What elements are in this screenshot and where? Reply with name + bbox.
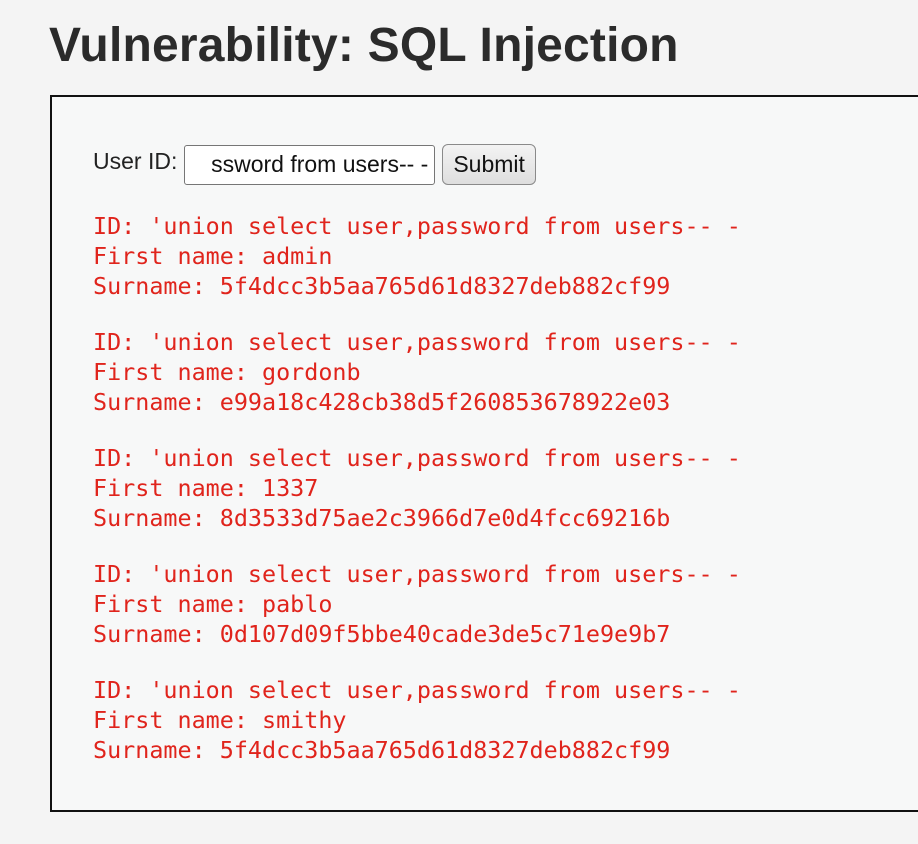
result-block: ID: 'union select user,password from use… [93,211,741,301]
page-title: Vulnerability: SQL Injection [49,19,679,72]
result-id-line: ID: 'union select user,password from use… [93,560,741,588]
result-first-name-line: First name: gordonb [93,358,361,386]
result-id-line: ID: 'union select user,password from use… [93,444,741,472]
result-id-line: ID: 'union select user,password from use… [93,328,741,356]
submit-button[interactable]: Submit [442,144,536,185]
result-block: ID: 'union select user,password from use… [93,327,741,417]
result-surname-line: Surname: 5f4dcc3b5aa765d61d8327deb882cf9… [93,272,671,300]
sqli-form-panel: User ID: ssword from users-- - Submit ID… [50,95,918,812]
result-surname-line: Surname: 5f4dcc3b5aa765d61d8327deb882cf9… [93,736,671,764]
user-id-form: User ID: ssword from users-- - Submit [93,144,536,185]
user-id-label: User ID: [93,148,178,174]
result-first-name-line: First name: smithy [93,706,347,734]
result-surname-line: Surname: 0d107d09f5bbe40cade3de5c71e9e9b… [93,620,671,648]
result-first-name-line: First name: admin [93,242,333,270]
result-block: ID: 'union select user,password from use… [93,675,741,765]
result-block: ID: 'union select user,password from use… [93,559,741,649]
result-surname-line: Surname: e99a18c428cb38d5f260853678922e0… [93,388,671,416]
result-surname-line: Surname: 8d3533d75ae2c3966d7e0d4fcc69216… [93,504,671,532]
result-id-line: ID: 'union select user,password from use… [93,212,741,240]
result-block: ID: 'union select user,password from use… [93,443,741,533]
result-first-name-line: First name: 1337 [93,474,319,502]
user-id-input[interactable]: ssword from users-- - [184,144,436,185]
result-id-line: ID: 'union select user,password from use… [93,676,741,704]
user-id-input-value: ssword from users-- - [211,151,429,177]
result-first-name-line: First name: pablo [93,590,333,618]
query-results: ID: 'union select user,password from use… [93,211,741,791]
